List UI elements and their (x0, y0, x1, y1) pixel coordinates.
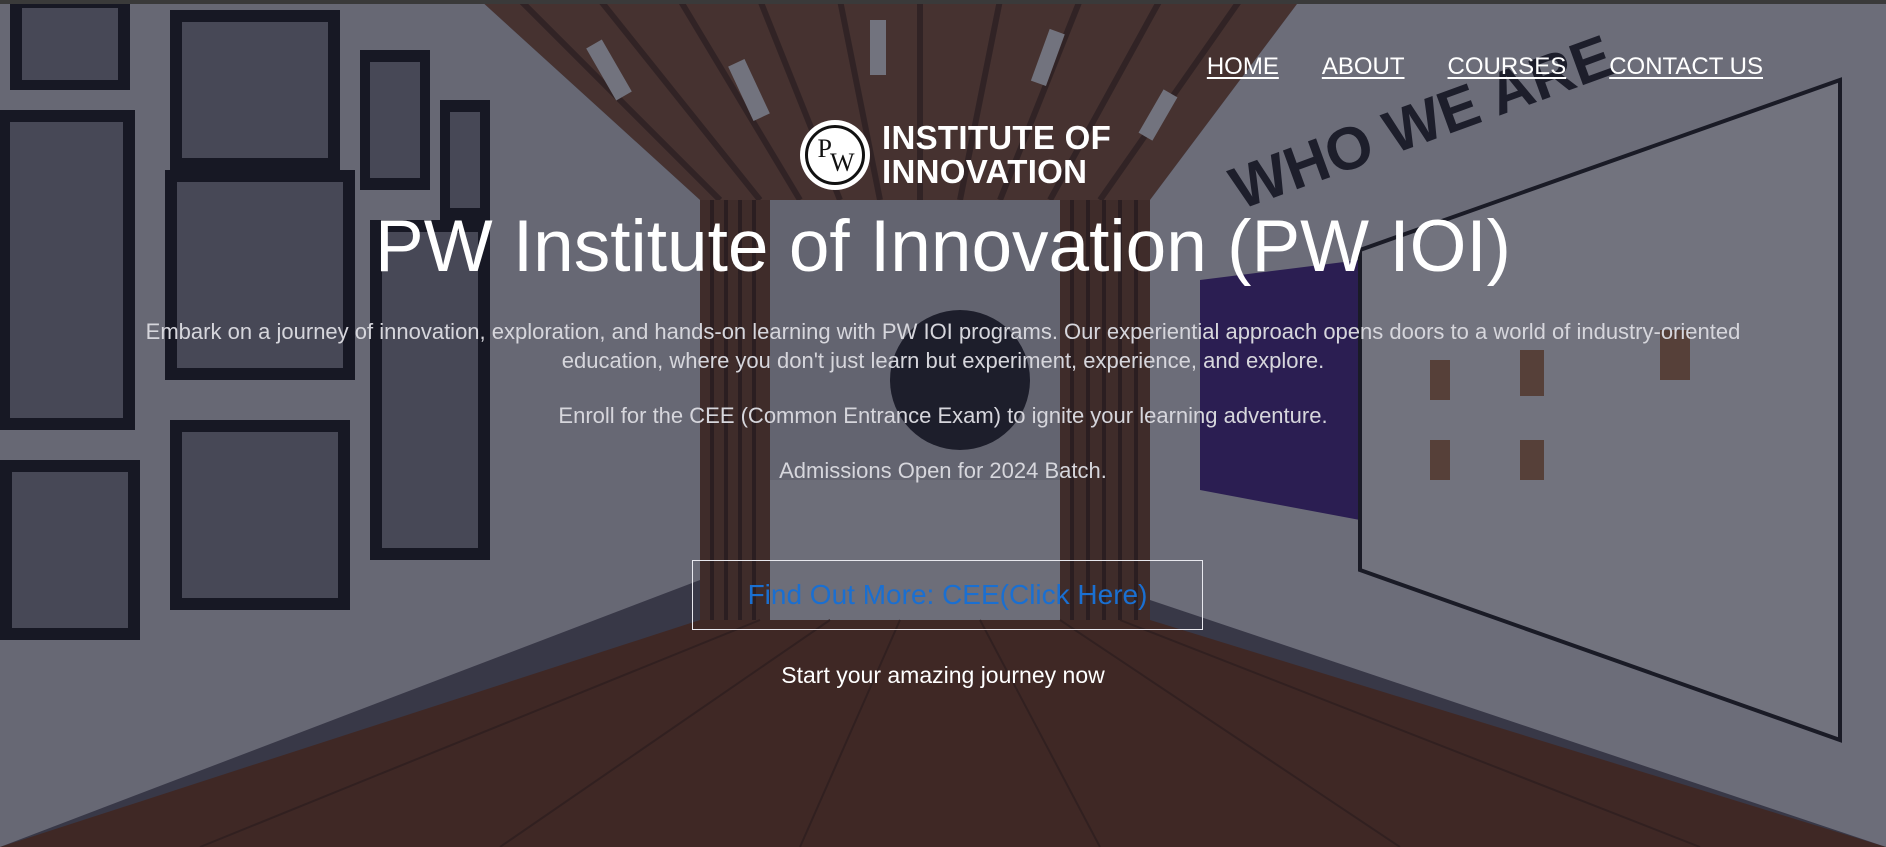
main-navigation: HOME ABOUT COURSES CONTACT US (1207, 52, 1763, 82)
nav-courses-link[interactable]: COURSES (1448, 52, 1567, 82)
nav-about-link[interactable]: ABOUT (1322, 52, 1405, 82)
logo-wordmark: INSTITUTE OF INNOVATION (882, 121, 1111, 189)
pw-ioi-logo: PW INSTITUTE OF INNOVATION (800, 120, 1111, 190)
nav-contact-us-link[interactable]: CONTACT US (1609, 52, 1763, 82)
logo-line-2: INNOVATION (882, 153, 1088, 190)
enroll-text: Enroll for the CEE (Common Entrance Exam… (558, 403, 1328, 428)
top-border (0, 0, 1886, 4)
tagline-text: Start your amazing journey now (781, 662, 1105, 688)
nav-home-link[interactable]: HOME (1207, 52, 1279, 82)
admissions-text: Admissions Open for 2024 Batch. (779, 458, 1107, 483)
intro-paragraph: Embark on a journey of innovation, explo… (145, 319, 1741, 373)
page-title: PW Institute of Innovation (PW IOI) (375, 206, 1511, 287)
pw-logo-icon: PW (800, 120, 870, 190)
logo-line-1: INSTITUTE OF (882, 119, 1112, 156)
hero-section: WHO WE ARE HOME ABOUT COURSES CONTACT US… (0, 0, 1886, 847)
find-out-more-cee-button[interactable]: Find Out More: CEE(Click Here) (692, 560, 1203, 630)
